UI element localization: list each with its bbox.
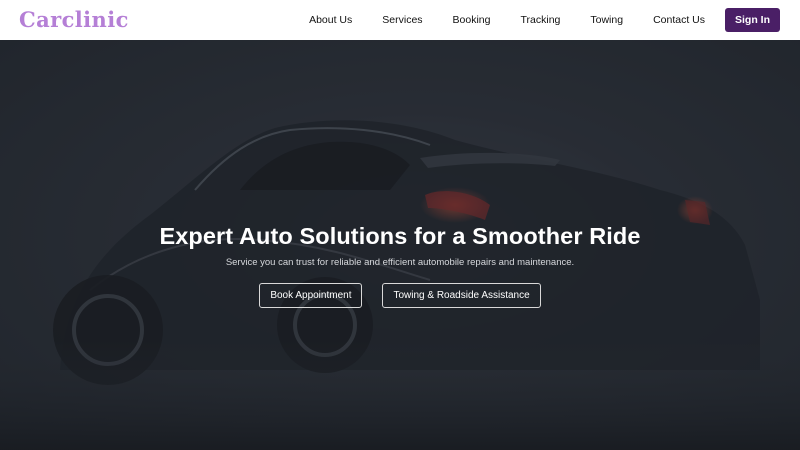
nav-link-tracking[interactable]: Tracking: [521, 14, 561, 26]
nav-link-about-us[interactable]: About Us: [309, 14, 352, 26]
nav-link-booking[interactable]: Booking: [453, 14, 491, 26]
hero-section: Expert Auto Solutions for a Smoother Rid…: [0, 40, 800, 450]
hero-title: Expert Auto Solutions for a Smoother Rid…: [159, 223, 641, 249]
sign-in-button[interactable]: Sign In: [725, 8, 780, 32]
nav-link-contact-us[interactable]: Contact Us: [653, 14, 705, 26]
hero-subtitle: Service you can trust for reliable and e…: [225, 257, 575, 268]
hero-buttons: Book Appointment Towing & Roadside Assis…: [0, 283, 800, 308]
towing-assistance-button[interactable]: Towing & Roadside Assistance: [382, 283, 541, 308]
brand-logo[interactable]: Carclinic: [19, 7, 129, 32]
nav-link-services[interactable]: Services: [382, 14, 422, 26]
book-appointment-button[interactable]: Book Appointment: [259, 283, 363, 308]
nav-links: About Us Services Booking Tracking Towin…: [309, 0, 780, 40]
nav-link-towing[interactable]: Towing: [590, 14, 623, 26]
hero-content: Expert Auto Solutions for a Smoother Rid…: [0, 223, 800, 308]
navbar: Carclinic About Us Services Booking Trac…: [0, 0, 800, 40]
